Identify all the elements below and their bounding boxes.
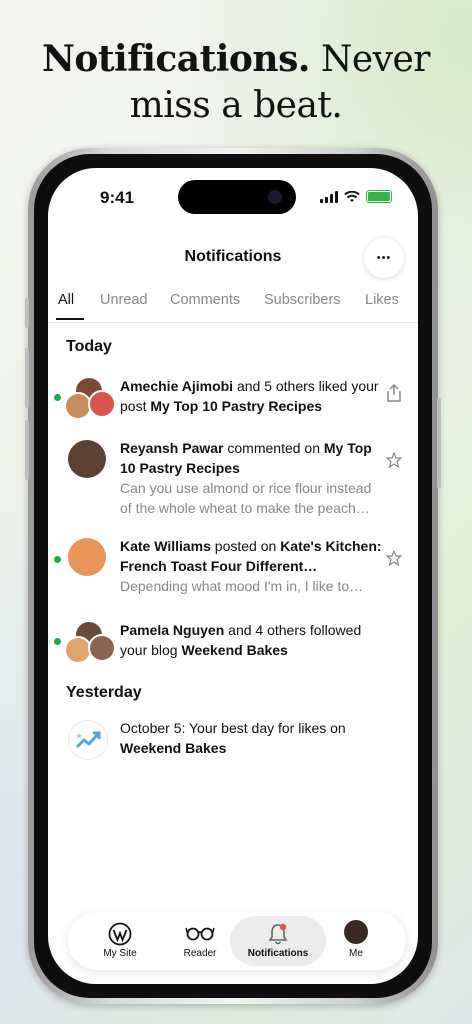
ellipsis-icon: ••• — [376, 252, 392, 264]
headline-line2: miss a beat. — [129, 85, 343, 126]
avatar — [88, 634, 116, 662]
notification-target: Weekend Bakes — [120, 740, 227, 756]
promo-headline: Notifications. Never miss a beat. — [0, 36, 472, 129]
volume-up-button — [25, 348, 29, 408]
notification-actor: Pamela Nguyen — [120, 622, 225, 638]
status-icons — [320, 190, 392, 203]
power-button — [437, 398, 441, 488]
notification-item[interactable]: October 5: Your best day for likes on We… — [48, 718, 418, 762]
avatar — [68, 440, 106, 478]
trend-icon — [68, 720, 108, 760]
section-heading-yesterday: Yesterday — [66, 684, 142, 701]
notification-text: Amechie Ajimobi and 5 others liked your … — [120, 376, 384, 416]
phone-bezel: 9:41 Notifications ••• All Unread Commen… — [34, 154, 432, 998]
notification-text: Kate Williams posted on Kate's Kitchen: … — [120, 536, 384, 596]
battery-icon — [366, 190, 392, 203]
headline-bold: Notifications. — [41, 38, 310, 80]
tab-comments[interactable]: Comments — [170, 292, 240, 308]
notification-actor: Kate Williams — [120, 538, 211, 554]
unread-dot — [54, 394, 61, 401]
notification-excerpt: Depending what mood I'm in, I like to… — [120, 578, 364, 594]
notification-body: October 5: Your best day for likes on — [120, 720, 346, 736]
filter-tabs: All Unread Comments Subscribers Likes — [48, 288, 418, 323]
bell-icon — [268, 923, 288, 945]
nav-label: My Site — [103, 948, 137, 959]
nav-label: Notifications — [247, 948, 309, 959]
page-title: Notifications — [184, 248, 282, 265]
notification-actor: Amechie Ajimobi — [120, 378, 234, 394]
notification-body: commented on — [223, 440, 324, 456]
phone-frame: 9:41 Notifications ••• All Unread Commen… — [25, 148, 441, 1004]
camera-icon — [268, 190, 282, 204]
glasses-icon — [185, 927, 215, 941]
headline-rest: Never — [309, 39, 431, 80]
notification-item[interactable]: Pamela Nguyen and 4 others followed your… — [48, 620, 418, 664]
active-tab-indicator — [56, 318, 84, 320]
notification-item[interactable]: Kate Williams posted on Kate's Kitchen: … — [48, 536, 418, 596]
nav-my-site[interactable]: My Site — [80, 912, 160, 970]
tab-likes[interactable]: Likes — [365, 292, 399, 308]
nav-label: Me — [349, 948, 363, 959]
cellular-signal-icon — [320, 190, 338, 203]
notification-body: posted on — [210, 538, 281, 554]
action-button — [25, 298, 29, 328]
bottom-tab-bar: My Site Reader Notifications Me — [68, 912, 406, 970]
nav-reader[interactable]: Reader — [160, 912, 240, 970]
more-options-button[interactable]: ••• — [364, 238, 404, 278]
volume-down-button — [25, 420, 29, 480]
share-icon[interactable] — [386, 384, 402, 402]
avatar — [88, 390, 116, 418]
section-heading-today: Today — [66, 338, 112, 355]
nav-me[interactable]: Me — [316, 912, 396, 970]
notification-item[interactable]: Amechie Ajimobi and 5 others liked your … — [48, 376, 418, 420]
notification-excerpt: Can you use almond or rice flour instead… — [120, 480, 372, 516]
nav-label: Reader — [183, 948, 217, 959]
status-time: 9:41 — [100, 188, 135, 207]
notification-item[interactable]: Reyansh Pawar commented on My Top 10 Pas… — [48, 438, 418, 518]
phone-screen: 9:41 Notifications ••• All Unread Commen… — [48, 168, 418, 984]
avatar — [68, 538, 106, 576]
avatar — [344, 920, 368, 944]
notification-target: Weekend Bakes — [181, 642, 288, 658]
unread-dot — [54, 638, 61, 645]
star-icon[interactable] — [386, 550, 402, 566]
notification-text: Pamela Nguyen and 4 others followed your… — [120, 620, 384, 660]
notification-actor: Reyansh Pawar — [120, 440, 224, 456]
notification-text: Reyansh Pawar commented on My Top 10 Pas… — [120, 438, 384, 518]
notification-target: My Top 10 Pastry Recipes — [150, 398, 323, 414]
nav-notifications[interactable]: Notifications — [230, 916, 326, 966]
tab-all[interactable]: All — [58, 292, 74, 308]
wordpress-icon — [108, 922, 132, 946]
notification-text: October 5: Your best day for likes on We… — [120, 718, 384, 758]
tab-unread[interactable]: Unread — [100, 292, 148, 308]
unread-dot — [54, 556, 61, 563]
star-icon[interactable] — [386, 452, 402, 468]
tab-subscribers[interactable]: Subscribers — [264, 292, 341, 308]
dynamic-island — [178, 180, 296, 214]
wifi-icon — [344, 190, 360, 202]
